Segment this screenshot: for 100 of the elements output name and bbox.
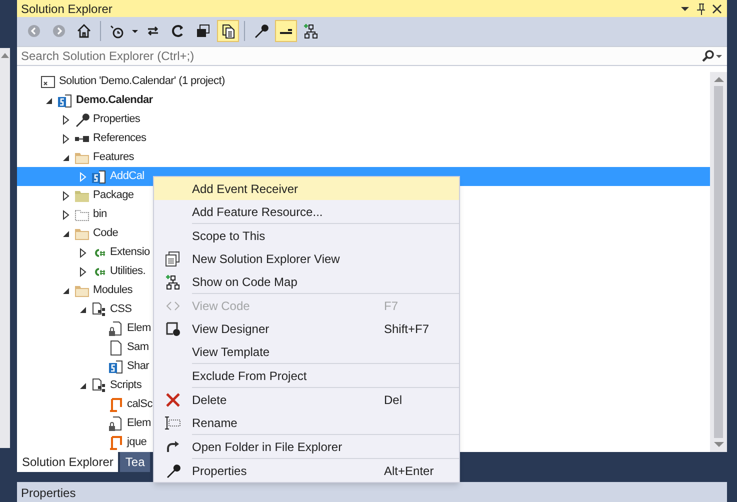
tree-item[interactable]: Shar xyxy=(127,358,150,375)
shortcut: Shift+F7 xyxy=(384,320,430,338)
collapsed-arrow-icon[interactable] xyxy=(62,134,70,144)
solution-icon xyxy=(40,74,56,90)
tree-item[interactable]: Features xyxy=(93,149,134,166)
shortcut: Alt+Enter xyxy=(384,462,435,480)
files-icon xyxy=(220,23,236,40)
tree-item[interactable]: Package xyxy=(93,187,134,204)
collapsed-arrow-icon[interactable] xyxy=(62,190,70,201)
pin-icon[interactable] xyxy=(695,2,707,14)
menu-label: View Template xyxy=(192,344,271,360)
tree-item[interactable]: Properties xyxy=(93,111,140,128)
menu-label: Show on Code Map xyxy=(192,274,298,290)
rename-icon xyxy=(165,414,181,430)
collapsed-arrow-icon[interactable] xyxy=(79,248,87,258)
redo-arrow-icon xyxy=(165,438,181,454)
scroll-up-icon xyxy=(714,76,724,82)
tree-item[interactable]: Demo.Calendar xyxy=(76,92,153,109)
menu-item[interactable]: Show on Code Map xyxy=(154,270,459,293)
back-icon xyxy=(26,23,42,40)
scrollbar-thumb[interactable] xyxy=(714,86,723,438)
expanded-arrow-icon[interactable] xyxy=(62,154,70,162)
menu-item[interactable]: View Template xyxy=(154,340,459,363)
tab[interactable]: Solution Explorer xyxy=(17,452,118,472)
close-icon[interactable] xyxy=(711,2,723,14)
scrollbar[interactable] xyxy=(0,48,10,448)
tree-item[interactable]: Utilities. xyxy=(110,263,146,280)
expanded-arrow-icon[interactable] xyxy=(79,382,87,390)
menu-label: View Designer xyxy=(192,320,270,338)
menu-item[interactable]: Open Folder in File Explorer xyxy=(154,435,459,458)
caret-icon xyxy=(132,30,138,33)
toolbar-button[interactable] xyxy=(275,20,297,42)
expanded-arrow-icon[interactable] xyxy=(79,306,87,314)
menu-label: View Code xyxy=(192,298,251,314)
tree-item[interactable]: bin xyxy=(93,206,107,223)
diagram-icon xyxy=(303,23,319,40)
search-icon xyxy=(701,49,715,64)
collapsed-arrow-icon[interactable] xyxy=(62,114,70,125)
menu-item[interactable]: Rename xyxy=(154,411,459,434)
tab[interactable]: Tea xyxy=(120,452,150,472)
script-file-icon xyxy=(108,396,124,413)
tree-item[interactable]: Elem xyxy=(127,415,151,432)
sharepoint-file-icon xyxy=(91,168,107,185)
tree-item[interactable]: Extensio xyxy=(110,244,150,261)
window-icon xyxy=(165,250,181,266)
locked-file-icon xyxy=(108,320,124,337)
scroll-down-icon xyxy=(714,442,724,448)
menu-item[interactable]: View Designer Shift+F7 xyxy=(154,317,459,340)
tree-item[interactable]: Sam xyxy=(127,339,149,356)
expanded-arrow-icon[interactable] xyxy=(62,230,70,238)
sharepoint-file-icon xyxy=(57,92,73,109)
expanded-arrow-icon[interactable] xyxy=(62,286,70,295)
shortcut: F7 xyxy=(384,298,400,314)
tree-item[interactable]: calSc xyxy=(127,396,152,413)
menu-label: Add Event Receiver xyxy=(192,180,300,198)
menu-item[interactable]: New Solution Explorer View xyxy=(154,247,459,270)
diagram-icon xyxy=(165,274,181,290)
home-icon xyxy=(76,23,92,40)
tree-item[interactable]: Code xyxy=(93,225,118,242)
panel-title: Properties xyxy=(21,486,76,500)
menu-label: Rename xyxy=(192,414,238,432)
menu-item[interactable]: Delete Del xyxy=(154,388,459,411)
collapse-all-icon xyxy=(195,23,211,40)
menu-label: Open Folder in File Explorer xyxy=(192,438,344,456)
menu-label: Exclude From Project xyxy=(192,368,308,384)
locked-file-icon xyxy=(108,416,124,432)
window-title: Solution Explorer xyxy=(21,0,112,18)
module-icon xyxy=(91,302,107,318)
tree-item[interactable]: References xyxy=(93,130,146,147)
scrollbar[interactable] xyxy=(710,72,727,452)
menu-item[interactable]: Exclude From Project xyxy=(154,364,459,387)
tree-item[interactable]: Scripts xyxy=(110,377,142,394)
menu-label: Scope to This xyxy=(192,228,266,244)
search-input[interactable]: Search Solution Explorer (Ctrl+;) xyxy=(21,47,701,66)
script-file-icon xyxy=(108,434,124,451)
search-field[interactable]: Search Solution Explorer (Ctrl+;) xyxy=(17,46,727,66)
delete-icon xyxy=(165,392,181,408)
menu-item[interactable]: Properties Alt+Enter xyxy=(154,459,459,482)
tree-item[interactable]: jque xyxy=(127,434,147,451)
menu-item[interactable]: Add Event Receiver xyxy=(154,177,459,200)
sharepoint-file-icon xyxy=(108,358,124,375)
toolbar-button[interactable] xyxy=(217,20,239,42)
menu-label: Properties xyxy=(192,462,248,480)
menu-item[interactable]: Scope to This xyxy=(154,224,459,247)
collapsed-arrow-icon[interactable] xyxy=(62,210,70,220)
menu-label: Delete xyxy=(192,392,228,408)
collapsed-arrow-icon[interactable] xyxy=(79,266,87,277)
shortcut: Del xyxy=(384,392,404,408)
designer-icon xyxy=(165,320,181,336)
expanded-arrow-icon[interactable] xyxy=(45,96,53,105)
tree-item[interactable]: Elem xyxy=(127,320,151,337)
tree-item[interactable]: CSS xyxy=(110,301,132,318)
menu-label: New Solution Explorer View xyxy=(192,250,341,268)
menu-item[interactable]: Add Feature Resource... xyxy=(154,200,459,223)
tree-item[interactable]: Modules xyxy=(93,282,132,299)
refresh-icon xyxy=(170,23,186,40)
menu-label: Add Feature Resource... xyxy=(192,204,324,220)
file-icon xyxy=(108,340,124,356)
tree-item[interactable]: Solution 'Demo.Calendar' (1 project) xyxy=(59,73,225,90)
module-icon xyxy=(91,378,107,394)
